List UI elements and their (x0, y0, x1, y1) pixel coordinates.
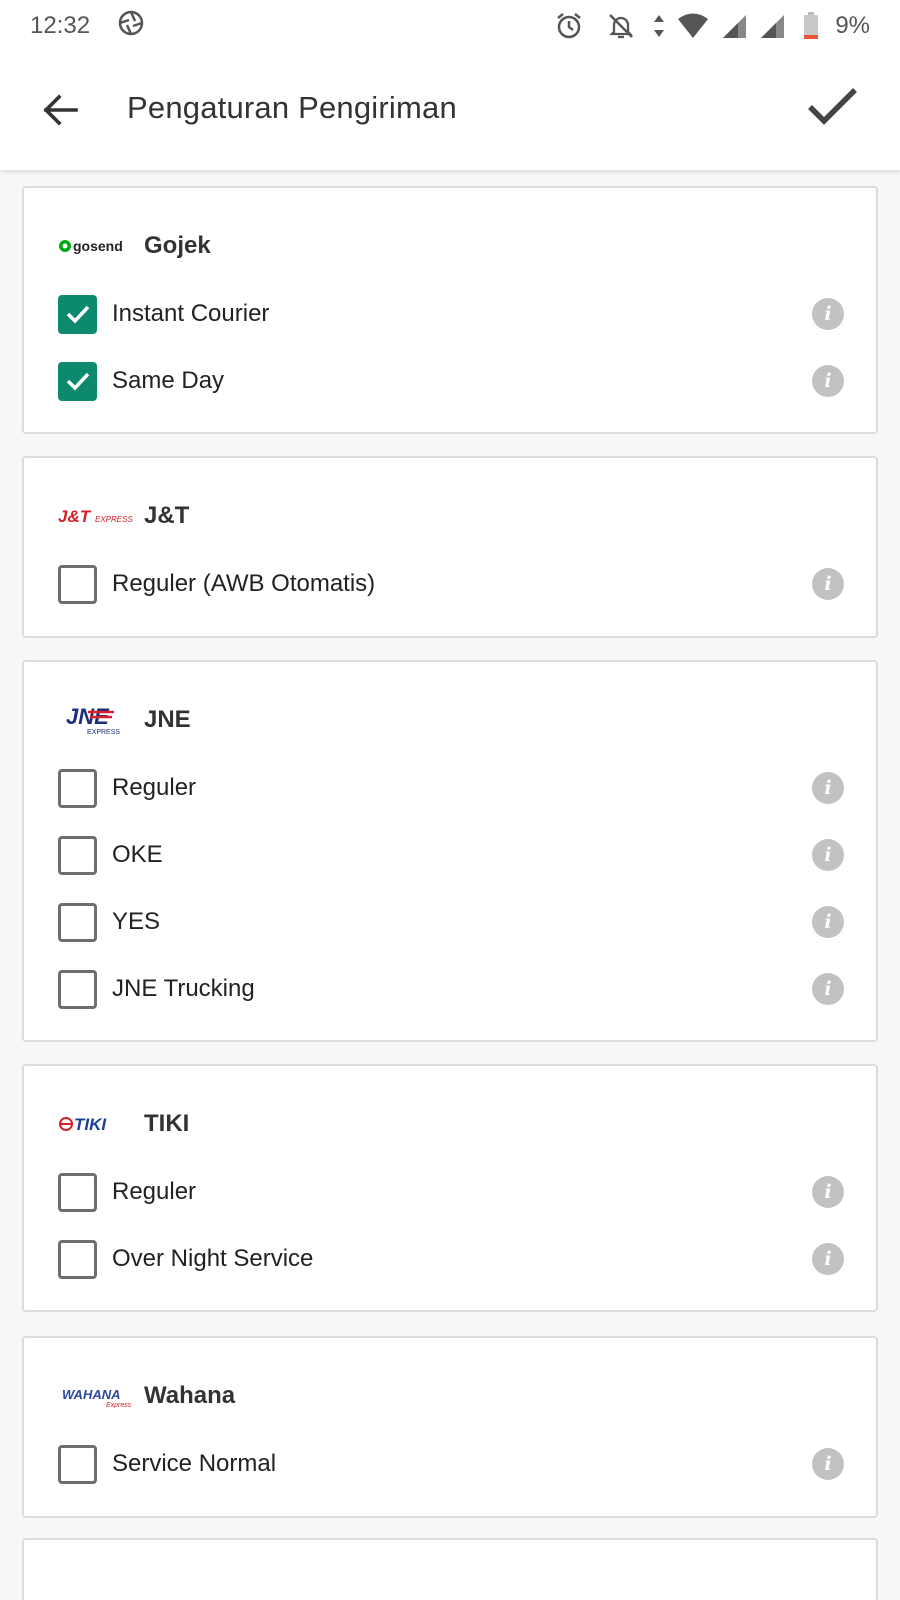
svg-text:EXPRESS: EXPRESS (95, 515, 133, 524)
camera-aperture-icon (118, 10, 144, 43)
shipping-settings-list: gosend Gojek Instant Courier i Same Day … (0, 170, 900, 1600)
option-label: Reguler (AWB Otomatis) (112, 570, 376, 597)
carrier-name: TIKI (144, 1110, 190, 1137)
checkbox-reguler-awb[interactable] (58, 564, 97, 604)
carrier-card-next (22, 1538, 878, 1600)
status-bar: 12:32 9% (0, 0, 900, 52)
svg-text:WAHANA: WAHANA (62, 1387, 121, 1402)
carrier-card-jnt: J&T EXPRESS J&T Reguler (AWB Otomatis) i (22, 456, 878, 638)
carrier-card-gojek: gosend Gojek Instant Courier i Same Day … (22, 186, 878, 434)
signal-icon (759, 13, 785, 39)
checkbox-same-day[interactable] (58, 361, 97, 401)
carrier-header: TIKI TIKI (58, 1104, 189, 1144)
signal-icon (721, 13, 747, 39)
page-title: Pengaturan Pengiriman (127, 90, 457, 125)
wifi-icon (677, 13, 709, 39)
info-icon[interactable]: i (812, 568, 844, 600)
tiki-logo-text: TIKI (74, 1115, 107, 1134)
info-icon[interactable]: i (812, 365, 844, 397)
carrier-header: JNE EXPRESS JNE (58, 700, 191, 740)
option-label: Reguler (112, 1178, 197, 1205)
shipping-option-over-night[interactable]: Over Night Service i (58, 1239, 844, 1279)
checkbox-oke[interactable] (58, 835, 97, 875)
tiki-logo: TIKI (58, 1104, 134, 1144)
info-icon[interactable]: i (812, 298, 844, 330)
checkmark-icon (808, 88, 857, 125)
checkbox-over-night[interactable] (58, 1239, 97, 1279)
carrier-card-wahana: WAHANA Express Wahana Service Normal i (22, 1336, 878, 1518)
checkbox-yes[interactable] (58, 902, 97, 942)
gosend-logo-text: gosend (73, 238, 123, 254)
option-label: Service Normal (112, 1450, 277, 1477)
carrier-name: J&T (144, 502, 190, 529)
shipping-option-yes[interactable]: YES i (58, 902, 844, 942)
jnt-logo: J&T EXPRESS (58, 496, 134, 536)
jne-logo: JNE EXPRESS (58, 700, 134, 740)
shipping-option-jne-reguler[interactable]: Reguler i (58, 768, 844, 808)
check-icon (66, 372, 89, 391)
carrier-header: gosend Gojek (58, 226, 211, 266)
info-icon[interactable]: i (812, 906, 844, 938)
option-label: Instant Courier (112, 300, 270, 327)
shipping-option-same-day[interactable]: Same Day i (58, 361, 844, 401)
shipping-option-oke[interactable]: OKE i (58, 835, 844, 875)
shipping-option-service-normal[interactable]: Service Normal i (58, 1444, 844, 1484)
carrier-name: JNE (144, 706, 191, 733)
arrow-back-icon (43, 94, 78, 126)
carrier-name: Gojek (144, 232, 211, 259)
option-label: Over Night Service (112, 1245, 314, 1272)
battery-low-icon (803, 12, 819, 40)
info-icon[interactable]: i (812, 1243, 844, 1275)
notifications-off-icon (607, 12, 635, 40)
app-bar: Pengaturan Pengiriman (0, 52, 900, 170)
info-icon[interactable]: i (812, 1176, 844, 1208)
checkbox-jne-trucking[interactable] (58, 969, 97, 1009)
confirm-button[interactable] (802, 76, 862, 136)
carrier-header: J&T EXPRESS J&T (58, 496, 189, 536)
shipping-option-jne-trucking[interactable]: JNE Trucking i (58, 969, 844, 1009)
checkbox-tiki-reguler[interactable] (58, 1172, 97, 1212)
option-label: YES (112, 908, 161, 935)
option-label: OKE (112, 841, 163, 868)
carrier-card-jne: JNE EXPRESS JNE Reguler i OKE i YES i JN… (22, 660, 878, 1042)
svg-text:EXPRESS: EXPRESS (87, 729, 120, 736)
carrier-name: Wahana (144, 1382, 236, 1409)
status-time: 12:32 (30, 12, 91, 39)
svg-text:Express: Express (106, 1402, 132, 1408)
svg-text:J&T: J&T (58, 507, 92, 526)
info-icon[interactable]: i (812, 973, 844, 1005)
shipping-option-instant-courier[interactable]: Instant Courier i (58, 294, 844, 334)
back-button[interactable] (36, 86, 84, 134)
info-icon[interactable]: i (812, 1448, 844, 1480)
info-icon[interactable]: i (812, 772, 844, 804)
option-label: JNE Trucking (112, 975, 255, 1002)
checkbox-jne-reguler[interactable] (58, 768, 97, 808)
wahana-logo: WAHANA Express (58, 1376, 134, 1416)
shipping-option-reguler-awb[interactable]: Reguler (AWB Otomatis) i (58, 564, 844, 604)
checkbox-instant-courier[interactable] (58, 294, 97, 334)
option-label: Reguler (112, 774, 197, 801)
checkbox-service-normal[interactable] (58, 1444, 97, 1484)
carrier-header: WAHANA Express Wahana (58, 1376, 235, 1416)
data-arrows-icon (653, 13, 665, 39)
info-icon[interactable]: i (812, 839, 844, 871)
alarm-icon (555, 12, 583, 40)
check-icon (66, 305, 89, 324)
carrier-card-tiki: TIKI TIKI Reguler i Over Night Service i (22, 1064, 878, 1312)
gosend-logo: gosend (58, 226, 134, 266)
battery-percentage: 9% (835, 12, 870, 39)
option-label: Same Day (112, 367, 225, 394)
shipping-option-tiki-reguler[interactable]: Reguler i (58, 1172, 844, 1212)
